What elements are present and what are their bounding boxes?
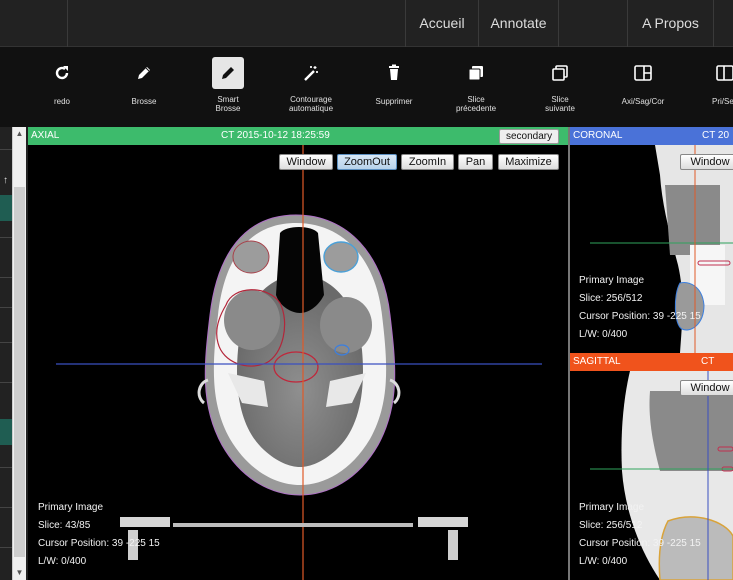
- scroll-up-arrow-icon[interactable]: ▲: [13, 127, 26, 141]
- tool-label: Axi/Sag/Cor: [621, 97, 665, 106]
- coronal-viewer[interactable]: CORONAL CT 20 Window Primary Image Slice…: [570, 127, 733, 353]
- sort-arrow-icon[interactable]: ↑: [3, 175, 8, 186]
- cursor-position-readout: Cursor Position: 39 -225 15: [579, 538, 701, 549]
- coronal-view-name: CORONAL: [573, 130, 623, 141]
- nav-divider: [67, 0, 68, 47]
- list-item-selected[interactable]: [0, 195, 12, 221]
- list-row-divider: [0, 307, 12, 308]
- list-row-divider: [0, 342, 12, 343]
- slice-readout: Slice: 256/512: [579, 293, 643, 304]
- list-item-selected[interactable]: [0, 419, 12, 445]
- structure-list-panel: ▲ ▼ ↑: [0, 127, 28, 580]
- image-type-label: Primary Image: [38, 502, 104, 513]
- redo-icon: [46, 57, 78, 89]
- pan-button[interactable]: Pan: [458, 154, 493, 170]
- maximize-button[interactable]: Maximize: [498, 154, 559, 170]
- layout-icon: [627, 57, 659, 89]
- sagittal-view-name: SAGITTAL: [573, 356, 621, 367]
- nav-divider: [713, 0, 714, 47]
- image-type-label: Primary Image: [579, 502, 645, 513]
- axial-info-overlay: Primary Image Slice: 43/85 Cursor Positi…: [38, 499, 160, 571]
- window-button[interactable]: Window: [279, 154, 333, 170]
- list-row-divider: [0, 547, 12, 548]
- brush-icon: [128, 57, 160, 89]
- nav-about-link[interactable]: A Propos: [628, 0, 713, 47]
- sagittal-header: SAGITTAL CT 201: [570, 353, 733, 385]
- nav-annotate-link[interactable]: Annotate: [479, 0, 558, 47]
- list-scrollbar[interactable]: ▲ ▼: [12, 127, 26, 580]
- axial-view-name: AXIAL: [31, 130, 60, 141]
- image-type-label: Primary Image: [579, 275, 645, 286]
- trash-icon: [378, 57, 410, 89]
- smart-brush-icon: [212, 57, 244, 89]
- auto-contour-button[interactable]: Contourage automatique: [276, 57, 346, 113]
- list-row-divider: [0, 467, 12, 468]
- next-slice-button[interactable]: Slice suivante: [525, 57, 595, 113]
- tool-label: Supprimer: [375, 97, 413, 106]
- list-row-divider: [0, 149, 12, 150]
- redo-button[interactable]: redo: [27, 57, 97, 106]
- delete-button[interactable]: Supprimer: [359, 57, 429, 106]
- annotation-toolbar: redo Brosse Smart Brosse Contourage auto…: [0, 47, 733, 127]
- tool-label: Brosse: [131, 97, 157, 106]
- sagittal-viewer[interactable]: SAGITTAL CT 201 Window Primary Image Sli…: [570, 353, 733, 580]
- top-navbar: Accueil Annotate A Propos: [0, 0, 733, 47]
- axial-viewer[interactable]: AXIAL CT 2015-10-12 18:25:59 secondary W…: [28, 127, 568, 580]
- tool-label: Contourage automatique: [288, 95, 334, 113]
- axial-series-title: CT 2015-10-12 18:25:59: [221, 130, 330, 141]
- tool-label: Smart Brosse: [215, 95, 241, 113]
- nav-home-link[interactable]: Accueil: [406, 0, 478, 47]
- sagittal-info-overlay: Primary Image Slice: 256/512 Cursor Posi…: [579, 499, 701, 571]
- smart-brush-button[interactable]: Smart Brosse: [193, 57, 263, 113]
- pri-sec-button[interactable]: Pri/Se: [690, 57, 733, 106]
- magic-wand-icon: [295, 57, 327, 89]
- coronal-series-title: CT 20: [702, 130, 730, 141]
- slice-readout: Slice: 256/512: [579, 520, 643, 531]
- level-width-readout: L/W: 0/400: [579, 329, 628, 340]
- zoom-out-button[interactable]: ZoomOut: [337, 154, 397, 170]
- secondary-button[interactable]: secondary: [499, 129, 560, 144]
- coronal-info-overlay: Primary Image Slice: 256/512 Cursor Posi…: [579, 272, 701, 344]
- cursor-position-readout: Cursor Position: 39 -225 15: [579, 311, 701, 322]
- list-row-divider: [0, 277, 12, 278]
- cursor-position-readout: Cursor Position: 39 -225 15: [38, 538, 160, 549]
- zoom-in-button[interactable]: ZoomIn: [401, 154, 454, 170]
- previous-slice-icon: [460, 57, 492, 89]
- next-slice-icon: [544, 57, 576, 89]
- tool-label: Slice suivante: [545, 95, 575, 113]
- tool-label: Slice précedente: [455, 95, 497, 113]
- axial-header: AXIAL CT 2015-10-12 18:25:59 secondary: [28, 127, 568, 145]
- list-row-divider: [0, 382, 12, 383]
- brush-button[interactable]: Brosse: [109, 57, 179, 106]
- coronal-window-button[interactable]: Window: [680, 154, 733, 170]
- scrollbar-thumb[interactable]: [14, 187, 25, 557]
- scroll-down-arrow-icon[interactable]: ▼: [13, 566, 26, 580]
- list-row-divider: [0, 237, 12, 238]
- layout-split-icon: [709, 57, 733, 89]
- coronal-header: CORONAL CT 20: [570, 127, 733, 145]
- previous-slice-button[interactable]: Slice précedente: [441, 57, 511, 113]
- axi-sag-cor-button[interactable]: Axi/Sag/Cor: [608, 57, 678, 106]
- list-row-divider: [0, 507, 12, 508]
- nav-divider: [558, 0, 559, 47]
- tool-label: redo: [53, 97, 70, 106]
- level-width-readout: L/W: 0/400: [579, 556, 628, 567]
- tool-label: Pri/Se: [712, 97, 733, 106]
- level-width-readout: L/W: 0/400: [38, 556, 87, 567]
- sagittal-window-button[interactable]: Window: [680, 380, 733, 396]
- slice-readout: Slice: 43/85: [38, 520, 91, 531]
